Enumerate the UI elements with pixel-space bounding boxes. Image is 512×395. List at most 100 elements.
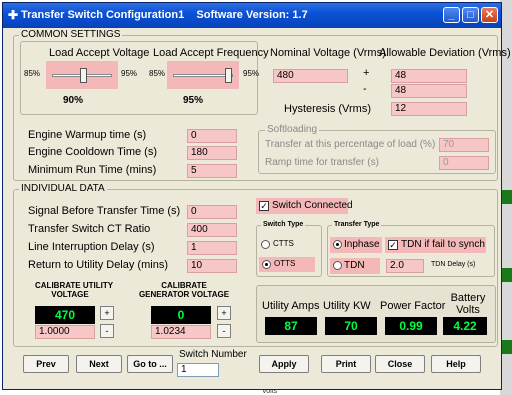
radio-icon[interactable]: [333, 240, 342, 249]
cal-generator-factor-input[interactable]: 1.0234: [151, 325, 211, 339]
cal-generator-increase-button[interactable]: +: [217, 306, 231, 320]
prev-button[interactable]: Prev: [23, 355, 69, 373]
signal-before-input[interactable]: 0: [187, 205, 237, 219]
load-accept-frequency-slider[interactable]: [167, 61, 239, 89]
checkbox-icon[interactable]: ✓: [259, 201, 269, 211]
ct-ratio-label: Transfer Switch CT Ratio: [28, 223, 151, 235]
switch-number-input[interactable]: 1: [177, 363, 219, 377]
signal-before-label: Signal Before Transfer Time (s): [28, 205, 181, 217]
slider-thumb[interactable]: [80, 68, 87, 83]
radio-icon[interactable]: [262, 260, 271, 269]
utility-amps-display: 87: [265, 317, 317, 335]
help-button[interactable]: Help: [431, 355, 481, 373]
ramp-time-label: Ramp time for transfer (s): [265, 157, 379, 168]
switch-connected-checkbox[interactable]: ✓ Switch Connected: [256, 198, 353, 214]
background-green-cell: [502, 190, 512, 204]
softloading-title: Softloading: [265, 124, 320, 135]
min-run-label: Minimum Run Time (mins): [28, 164, 157, 176]
warmup-input[interactable]: 0: [187, 129, 237, 143]
minimize-icon[interactable]: _: [443, 7, 460, 23]
print-button[interactable]: Print: [321, 355, 371, 373]
maximize-icon[interactable]: □: [462, 7, 479, 23]
tdn-fail-checkbox[interactable]: ✓ TDN if fail to synch: [385, 237, 486, 253]
tdn-delay-label: TDN Delay (s): [431, 261, 476, 268]
softloading-transfer-label: Transfer at this percentage of load (%): [265, 139, 436, 150]
voltage-min-label: 85%: [24, 69, 41, 78]
switch-type-title: Switch Type: [261, 221, 306, 228]
cal-generator-display: 0: [151, 306, 211, 324]
return-delay-input[interactable]: 10: [187, 259, 237, 273]
transfer-type-title: Transfer Type: [332, 221, 382, 228]
tdn-fail-label: TDN if fail to synch: [401, 239, 485, 250]
slider-thumb[interactable]: [225, 68, 232, 83]
softloading-transfer-input[interactable]: 70: [439, 138, 489, 152]
battery-volts-label: Battery Volts: [450, 292, 486, 316]
cal-utility-display: 470: [35, 306, 95, 324]
warmup-label: Engine Warmup time (s): [28, 129, 147, 141]
tdn-radio[interactable]: TDN: [330, 258, 380, 274]
cal-utility-factor-input[interactable]: 1.0000: [35, 325, 95, 339]
cooldown-label: Engine Cooldown Time (s): [28, 146, 158, 158]
utility-kw-display: 70: [325, 317, 377, 335]
otts-radio[interactable]: OTTS: [259, 257, 315, 272]
hysteresis-label: Hysteresis (Vrms): [284, 103, 371, 115]
frequency-max-label: 95%: [243, 69, 260, 78]
common-settings-title: COMMON SETTINGS: [19, 29, 123, 40]
nominal-voltage-label: Nominal Voltage (Vrms): [270, 47, 386, 59]
window-title: Transfer Switch Configuration1 Software …: [21, 9, 308, 21]
individual-data-title: INDIVIDUAL DATA: [19, 183, 107, 194]
load-accept-voltage-value: 90%: [63, 95, 84, 106]
power-factor-display: 0.99: [385, 317, 437, 335]
load-accept-frequency-label: Load Accept Frequency: [153, 47, 269, 59]
app-icon: ✚: [7, 8, 19, 22]
goto-button[interactable]: Go to ...: [127, 355, 173, 373]
switch-number-label: Switch Number: [179, 349, 247, 360]
nominal-voltage-input[interactable]: 480: [273, 69, 348, 83]
dialog-window: ✚ Transfer Switch Configuration1 Softwar…: [2, 2, 511, 390]
deviation-minus-sign: -: [363, 83, 367, 95]
ctts-radio[interactable]: CTTS: [261, 238, 309, 252]
line-interruption-input[interactable]: 1: [187, 241, 237, 255]
background-green-cell: [502, 268, 512, 282]
min-run-input[interactable]: 5: [187, 164, 237, 178]
otts-label: OTTS: [274, 259, 296, 268]
tdn-label: TDN: [344, 260, 365, 271]
hysteresis-input[interactable]: 12: [391, 102, 467, 116]
deviation-plus-input[interactable]: 48: [391, 69, 467, 83]
allowable-deviation-label: Allowable Deviation (Vrms): [379, 47, 511, 59]
cal-utility-decrease-button[interactable]: -: [100, 324, 114, 338]
cal-generator-decrease-button[interactable]: -: [217, 324, 231, 338]
checkbox-icon[interactable]: ✓: [388, 240, 398, 250]
cal-utility-title: CALIBRATE UTILITY VOLTAGE: [35, 281, 114, 299]
cooldown-input[interactable]: 180: [187, 146, 237, 160]
ctts-label: CTTS: [273, 239, 294, 248]
tdn-delay-input[interactable]: 2.0: [386, 259, 424, 273]
radio-icon[interactable]: [261, 240, 270, 249]
next-button[interactable]: Next: [76, 355, 122, 373]
deviation-plus-sign: +: [363, 67, 370, 79]
title-bar[interactable]: ✚ Transfer Switch Configuration1 Softwar…: [3, 3, 501, 28]
switch-connected-label: Switch Connected: [272, 200, 353, 211]
close-icon[interactable]: ✕: [481, 7, 498, 23]
cal-utility-increase-button[interactable]: +: [100, 306, 114, 320]
voltage-max-label: 95%: [121, 69, 138, 78]
load-accept-voltage-slider[interactable]: [46, 61, 118, 89]
power-factor-label: Power Factor: [380, 300, 446, 312]
line-interruption-label: Line Interruption Delay (s): [28, 241, 155, 253]
utility-amps-label: Utility Amps: [262, 300, 320, 312]
ct-ratio-input[interactable]: 400: [187, 223, 237, 237]
battery-volts-display: 4.22: [443, 317, 487, 335]
load-accept-voltage-label: Load Accept Voltage: [49, 47, 150, 59]
cal-generator-title: CALIBRATE GENERATOR VOLTAGE: [138, 281, 230, 299]
frequency-min-label: 85%: [149, 69, 166, 78]
slider-track: [173, 74, 233, 77]
inphase-label: Inphase: [344, 239, 380, 250]
background-green-cell: [502, 340, 512, 354]
apply-button[interactable]: Apply: [259, 355, 309, 373]
radio-icon[interactable]: [333, 261, 342, 270]
deviation-minus-input[interactable]: 48: [391, 84, 467, 98]
ramp-time-input[interactable]: 0: [439, 156, 489, 170]
utility-kw-label: Utility KW: [323, 300, 371, 312]
close-button[interactable]: Close: [375, 355, 425, 373]
inphase-radio[interactable]: Inphase: [330, 237, 382, 253]
